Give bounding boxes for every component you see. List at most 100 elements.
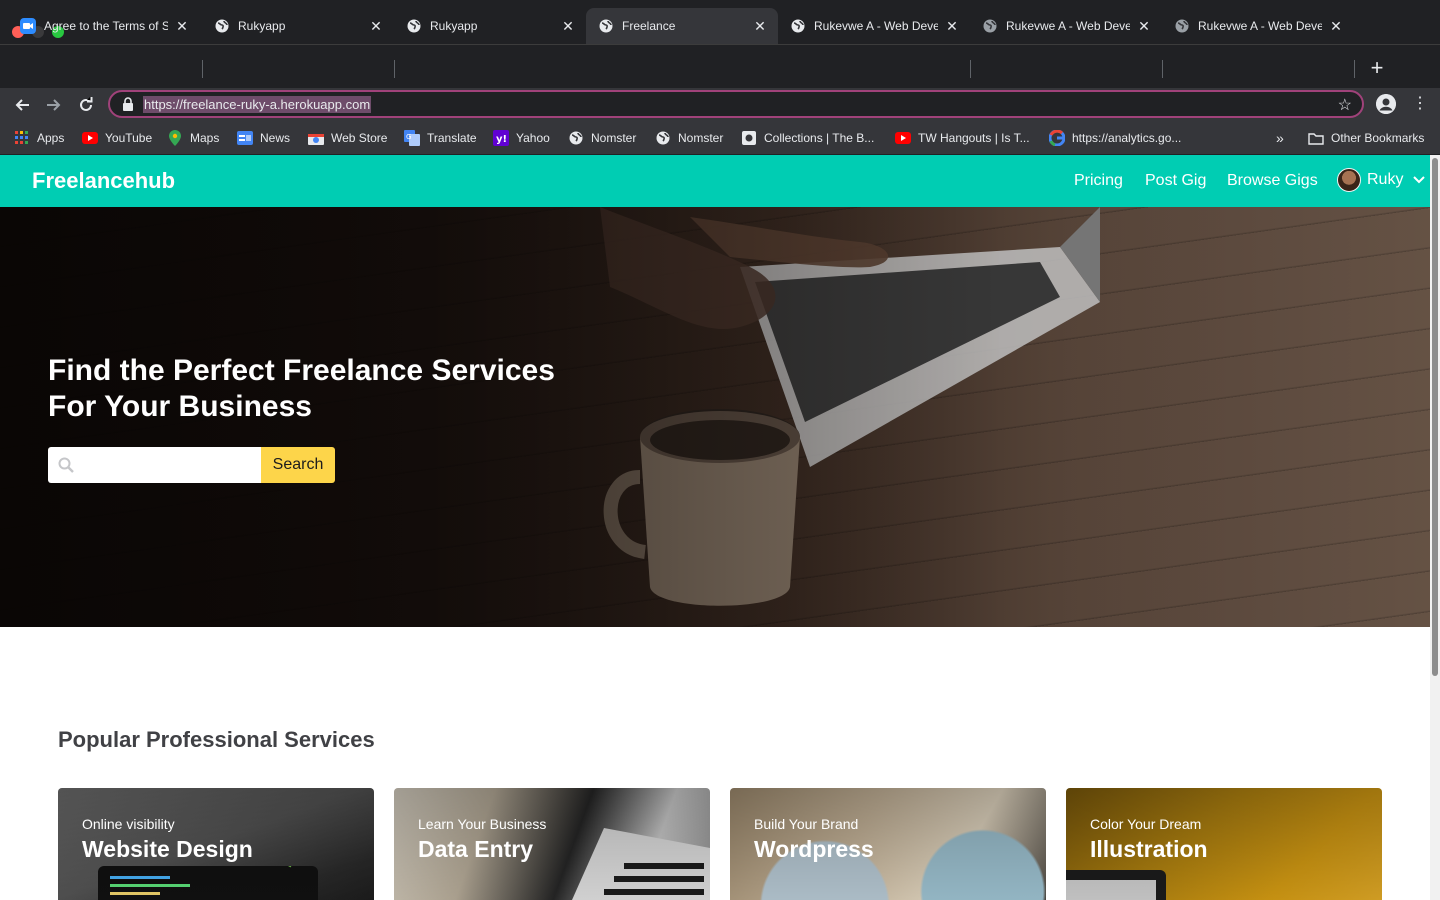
bookmark-item[interactable]: TW Hangouts | Is T... [895, 130, 1030, 146]
browser-tab[interactable]: Rukyapp ✕ [394, 8, 586, 44]
bookmark-label: Nomster [591, 131, 637, 145]
bookmark-item[interactable]: Nomster [655, 130, 723, 146]
tab-divider [202, 60, 203, 78]
globe-icon [790, 18, 806, 34]
webstore-icon [308, 130, 324, 146]
close-tab-icon[interactable]: ✕ [1136, 18, 1152, 34]
folder-icon [1308, 130, 1324, 146]
bookmark-item[interactable]: Apps [14, 130, 64, 146]
bookmark-star-icon[interactable]: ☆ [1338, 95, 1352, 115]
bookmark-item[interactable]: Web Store [308, 130, 387, 146]
bookmark-label: Web Store [331, 131, 388, 145]
globe-icon [982, 18, 998, 34]
back-arrow-icon[interactable] [10, 93, 34, 117]
web-page: Freelancehub Pricing Post Gig Browse Gig… [0, 155, 1440, 900]
globe-icon [214, 18, 230, 34]
new-tab-button[interactable]: + [1366, 57, 1388, 80]
bookmark-label: Maps [190, 131, 220, 145]
bookmark-item[interactable]: News [237, 130, 290, 146]
nav-link-post-gig[interactable]: Post Gig [1145, 172, 1206, 190]
close-tab-icon[interactable]: ✕ [1328, 18, 1344, 34]
bookmarks-overflow-chevron-icon[interactable]: » [1276, 130, 1284, 146]
bookmark-label: News [260, 131, 291, 145]
card-title: Illustration [1090, 836, 1208, 862]
user-menu[interactable]: Ruky [1337, 168, 1426, 192]
news-icon [237, 130, 253, 146]
bookmark-item[interactable]: Collections | The B... [741, 130, 874, 146]
svg-text:G: G [406, 133, 411, 141]
bookmark-item[interactable]: YouTube [82, 130, 152, 146]
bookmark-item[interactable]: y! Yahoo [493, 130, 550, 146]
tab-title: Rukevwe A - Web Develo [1198, 19, 1322, 33]
nav-link-browse-gigs[interactable]: Browse Gigs [1227, 172, 1318, 190]
bookmark-label: Apps [37, 131, 65, 145]
chevron-down-icon [1413, 176, 1426, 184]
close-tab-icon[interactable]: ✕ [944, 18, 960, 34]
url-text[interactable]: https://freelance-ruky-a.herokuapp.com [143, 96, 372, 113]
search-button[interactable]: Search [261, 447, 335, 483]
browser-tab[interactable]: Rukevwe A - Web Develo ✕ [970, 8, 1162, 44]
bookmark-item[interactable]: https://analytics.go... [1049, 130, 1181, 146]
bookmark-item[interactable]: Maps [167, 130, 219, 146]
site-navbar: Freelancehub Pricing Post Gig Browse Gig… [0, 155, 1430, 207]
tab-divider [1354, 60, 1355, 78]
service-card-wordpress[interactable]: Build Your Brand Wordpress [730, 788, 1046, 900]
more-menu-icon[interactable]: ⋮ [1412, 94, 1428, 114]
globe-icon [655, 130, 671, 146]
card-title: Wordpress [754, 836, 874, 862]
close-tab-icon[interactable]: ✕ [174, 18, 190, 34]
card-subtitle: Build Your Brand [754, 816, 859, 832]
globe-icon [1174, 18, 1190, 34]
tab-title: Rukevwe A - Web Develo [814, 19, 938, 33]
bookmark-label: Nomster [678, 131, 724, 145]
tab-title: Rukyapp [238, 19, 286, 33]
google-icon [1049, 130, 1065, 146]
translate-icon: G [404, 130, 420, 146]
site-logo[interactable]: Freelancehub [32, 168, 175, 194]
svg-text:y!: y! [496, 134, 507, 145]
bookmark-label: Collections | The B... [764, 131, 875, 145]
bookmark-label: TW Hangouts | Is T... [918, 131, 1030, 145]
globe-icon [598, 18, 614, 34]
page-scrollbar[interactable] [1430, 155, 1440, 900]
forward-arrow-icon[interactable] [42, 93, 66, 117]
address-bar[interactable]: https://freelance-ruky-a.herokuapp.com ☆ [108, 90, 1364, 118]
search-form: Search [48, 447, 335, 483]
tab-title: Agree to the Terms of Se [44, 19, 168, 33]
tab-title: Rukyapp [430, 19, 478, 33]
browser-tab-active[interactable]: Freelance ✕ [586, 8, 778, 44]
lock-icon [123, 97, 133, 111]
close-tab-icon[interactable]: ✕ [368, 18, 384, 34]
browser-tab[interactable]: Agree to the Terms of Se ✕ [8, 8, 200, 44]
bookmark-label: https://analytics.go... [1072, 131, 1182, 145]
card-title: Website Design [82, 836, 253, 862]
reload-icon[interactable] [74, 93, 98, 117]
service-card-data-entry[interactable]: Learn Your Business Data Entry [394, 788, 710, 900]
globe-icon [406, 18, 422, 34]
youtube-icon [82, 130, 98, 146]
search-icon [58, 457, 74, 473]
browser-tab[interactable]: Rukevwe A - Web Develo ✕ [1162, 8, 1354, 44]
nav-link-pricing[interactable]: Pricing [1074, 172, 1123, 190]
service-card-illustration[interactable]: Color Your Dream Illustration [1066, 788, 1382, 900]
tab-title: Rukevwe A - Web Develo [1006, 19, 1130, 33]
bookmark-label: Yahoo [516, 131, 550, 145]
browser-tab[interactable]: Rukyapp ✕ [202, 8, 394, 44]
yahoo-icon: y! [493, 130, 509, 146]
hero-banner: Find the Perfect Freelance Services For … [0, 207, 1430, 627]
search-input[interactable] [48, 447, 261, 483]
profile-icon[interactable] [1376, 94, 1396, 114]
bookmark-item[interactable]: Nomster [568, 130, 636, 146]
maps-pin-icon [167, 130, 183, 146]
other-bookmarks-folder[interactable]: Other Bookmarks [1308, 130, 1424, 146]
zoom-icon [20, 18, 36, 34]
scrollbar-thumb[interactable] [1432, 158, 1438, 676]
hero-headline: Find the Perfect Freelance Services For … [48, 354, 555, 423]
browser-tab[interactable]: Rukevwe A - Web Develo ✕ [778, 8, 970, 44]
tab-divider [1162, 60, 1163, 78]
close-tab-icon[interactable]: ✕ [560, 18, 576, 34]
service-card-website-design[interactable]: Online visibility Website Design [58, 788, 374, 900]
close-tab-icon[interactable]: ✕ [752, 18, 768, 34]
card-subtitle: Learn Your Business [418, 816, 547, 832]
bookmark-item[interactable]: G Translate [404, 130, 477, 146]
